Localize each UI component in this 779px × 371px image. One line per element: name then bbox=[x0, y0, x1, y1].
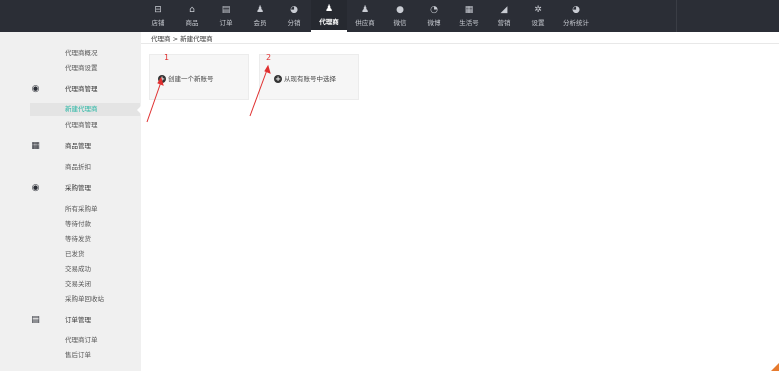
nav-item-wechat[interactable]: ● 微信 bbox=[383, 0, 417, 32]
settings-icon: ✲ bbox=[534, 5, 542, 15]
nav-item-label: 分销 bbox=[287, 19, 301, 27]
sidebar-item-label: 等待付款 bbox=[65, 220, 91, 228]
nav-item-label: 订单 bbox=[219, 19, 233, 27]
sidebar-item-label: 交易成功 bbox=[65, 265, 91, 273]
nav-item-label: 商品 bbox=[185, 19, 199, 27]
sidebar-item-label: 采购单回收站 bbox=[65, 295, 104, 303]
nav-item-agent[interactable]: ♟ 代理商 bbox=[311, 0, 347, 32]
nav-item-store[interactable]: ⊟ 店铺 bbox=[141, 0, 175, 32]
annotation-number: 1 bbox=[164, 53, 170, 62]
sidebar-item-label: 商品折扣 bbox=[65, 163, 91, 171]
sidebar-item-label: 代理商管理 bbox=[65, 85, 98, 93]
cart-icon: ◉ bbox=[31, 183, 40, 193]
sidebar-item-label: 商品管理 bbox=[65, 142, 91, 150]
nav-item-label: 分析统计 bbox=[563, 19, 589, 27]
sidebar-item-label: 代理商设置 bbox=[65, 64, 98, 72]
nav-item-basket[interactable]: ⌂ 商品 bbox=[175, 0, 209, 32]
card-label: 从现有账号中选择 bbox=[284, 75, 336, 83]
nav-item-supplier[interactable]: ♟ 供应商 bbox=[347, 0, 383, 32]
sidebar-item-label: 代理商概况 bbox=[65, 49, 98, 57]
breadcrumb-parent[interactable]: 代理商 bbox=[151, 35, 171, 43]
sidebar-item-label: 所有采购单 bbox=[65, 205, 98, 213]
nav-item-label: 会员 bbox=[253, 19, 267, 27]
plus-circle-icon: + bbox=[274, 75, 282, 83]
agent-icon: ♟ bbox=[324, 4, 334, 14]
nav-item-analytics[interactable]: ◕ 分析统计 bbox=[555, 0, 597, 32]
sidebar: 代理商概况 代理商设置 ◉ 代理商管理 新建代理商 代理商管理 ▦ 商品管理 商品折扣 ◉ 采购管理… bbox=[30, 32, 141, 371]
life-icon: ▦ bbox=[464, 5, 474, 15]
top-nav: ⊟ 店铺 ⌂ 商品 ▤ 订单 ♟ 会员 ◕ 分销 ♟ 代理商 ♟ 供应商 ● 微信 ◔ 微博 ▦ 生活号 ◢ 营销 ✲ 设置 ◕… bbox=[141, 0, 597, 32]
user-circle-icon: ◉ bbox=[31, 84, 40, 94]
breadcrumb: 代理商 > 新建代理商 bbox=[151, 35, 213, 43]
breadcrumb-current: 新建代理商 bbox=[180, 35, 213, 43]
sidebar-item-label: 新建代理商 bbox=[65, 105, 98, 113]
nav-item-marketing[interactable]: ◢ 营销 bbox=[487, 0, 521, 32]
store-icon: ⊟ bbox=[154, 5, 162, 15]
nav-item-label: 代理商 bbox=[319, 18, 339, 26]
sidebar-item-label: 代理商订单 bbox=[65, 336, 98, 344]
analytics-icon: ◕ bbox=[572, 5, 580, 15]
nav-item-label: 设置 bbox=[531, 19, 545, 27]
nav-item-life[interactable]: ▦ 生活号 bbox=[451, 0, 487, 32]
annotation-number: 2 bbox=[266, 53, 272, 62]
card-label: 创建一个新账号 bbox=[168, 75, 214, 83]
nav-item-label: 营销 bbox=[497, 19, 511, 27]
order-icon: ▤ bbox=[221, 5, 231, 15]
corner-badge bbox=[771, 363, 779, 371]
weibo-icon: ◔ bbox=[430, 5, 438, 15]
nav-item-label: 供应商 bbox=[355, 19, 375, 27]
sidebar-item-label: 订单管理 bbox=[65, 316, 91, 324]
nav-item-order[interactable]: ▤ 订单 bbox=[209, 0, 243, 32]
logo-area bbox=[0, 0, 141, 32]
supplier-icon: ♟ bbox=[360, 5, 370, 15]
basket-icon: ⌂ bbox=[189, 5, 195, 15]
nav-item-weibo[interactable]: ◔ 微博 bbox=[417, 0, 451, 32]
document-icon: ▤ bbox=[31, 315, 40, 325]
breadcrumb-separator: > bbox=[172, 35, 179, 43]
sidebar-item-label: 采购管理 bbox=[65, 184, 91, 192]
nav-item-distribution[interactable]: ◕ 分销 bbox=[277, 0, 311, 32]
sidebar-item-active[interactable]: 新建代理商 bbox=[30, 103, 141, 116]
nav-item-label: 微博 bbox=[427, 19, 441, 27]
sidebar-item-label: 代理商管理 bbox=[65, 121, 98, 129]
divider bbox=[676, 0, 677, 32]
create-new-account-card[interactable]: 1 + 创建一个新账号 bbox=[149, 54, 249, 100]
nav-item-label: 生活号 bbox=[459, 19, 479, 27]
divider bbox=[141, 43, 779, 44]
sidebar-item-label: 已发货 bbox=[65, 250, 85, 258]
sidebar-item-label: 售后订单 bbox=[65, 351, 91, 359]
nav-item-settings[interactable]: ✲ 设置 bbox=[521, 0, 555, 32]
main-content: 代理商 > 新建代理商 1 + 创建一个新账号 2 + 从现有账号中选择 bbox=[141, 32, 779, 371]
wechat-icon: ● bbox=[396, 5, 404, 15]
distribution-icon: ◕ bbox=[290, 5, 298, 15]
grid-icon: ▦ bbox=[31, 141, 40, 151]
nav-item-member[interactable]: ♟ 会员 bbox=[243, 0, 277, 32]
top-navbar: ⊟ 店铺 ⌂ 商品 ▤ 订单 ♟ 会员 ◕ 分销 ♟ 代理商 ♟ 供应商 ● 微信 ◔ 微博 ▦ 生活号 ◢ 营销 ✲ 设置 ◕… bbox=[0, 0, 779, 32]
sidebar-item-label: 等待发货 bbox=[65, 235, 91, 243]
member-icon: ♟ bbox=[255, 5, 265, 15]
sidebar-item-label: 交易关闭 bbox=[65, 280, 91, 288]
select-existing-account-card[interactable]: 2 + 从现有账号中选择 bbox=[259, 54, 359, 100]
nav-item-label: 微信 bbox=[393, 19, 407, 27]
plus-circle-icon: + bbox=[158, 75, 166, 83]
nav-item-label: 店铺 bbox=[151, 19, 165, 27]
marketing-icon: ◢ bbox=[500, 5, 508, 15]
